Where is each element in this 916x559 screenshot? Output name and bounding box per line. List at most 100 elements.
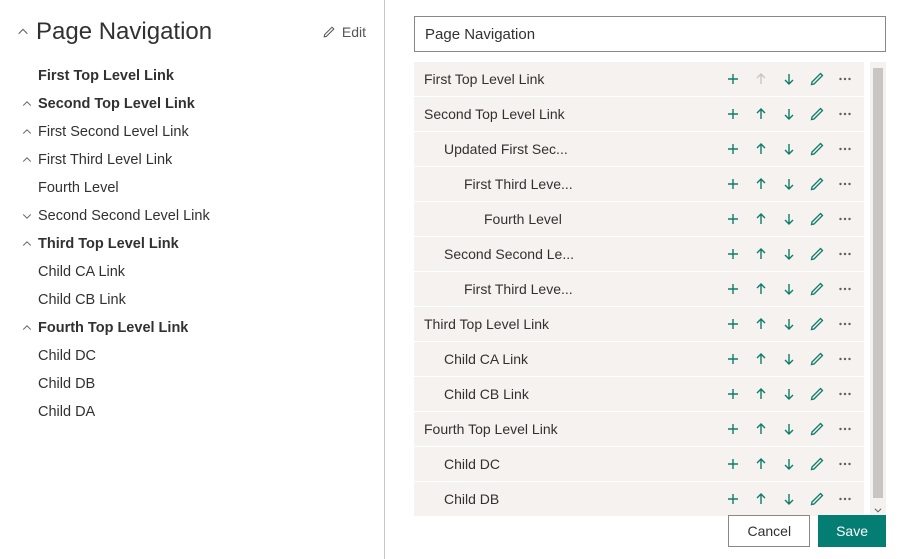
move-up-icon[interactable] xyxy=(748,241,774,267)
chevron-up-icon[interactable] xyxy=(16,322,38,334)
chevron-up-icon[interactable] xyxy=(16,98,38,110)
nav-tree-item[interactable]: Third Top Level Link xyxy=(16,230,366,258)
more-icon[interactable] xyxy=(832,136,858,162)
move-down-icon[interactable] xyxy=(776,346,802,372)
edit-icon[interactable] xyxy=(804,451,830,477)
edit-icon[interactable] xyxy=(804,171,830,197)
nav-tree-item[interactable]: Child CB Link xyxy=(16,286,366,314)
link-row: Third Top Level Link xyxy=(414,307,864,342)
edit-icon[interactable] xyxy=(804,346,830,372)
link-row-label: Fourth Top Level Link xyxy=(414,421,720,437)
add-icon[interactable] xyxy=(720,416,746,442)
edit-icon[interactable] xyxy=(804,381,830,407)
move-up-icon[interactable] xyxy=(748,381,774,407)
add-icon[interactable] xyxy=(720,451,746,477)
edit-button[interactable]: Edit xyxy=(322,24,366,40)
chevron-up-icon[interactable] xyxy=(16,126,38,138)
edit-icon[interactable] xyxy=(804,416,830,442)
nav-tree-item[interactable]: First Top Level Link xyxy=(16,62,366,90)
add-icon[interactable] xyxy=(720,346,746,372)
nav-tree-item[interactable]: Child DB xyxy=(16,370,366,398)
nav-tree-item[interactable]: First Third Level Link xyxy=(16,146,366,174)
add-icon[interactable] xyxy=(720,101,746,127)
move-up-icon[interactable] xyxy=(748,171,774,197)
add-icon[interactable] xyxy=(720,66,746,92)
more-icon[interactable] xyxy=(832,241,858,267)
add-icon[interactable] xyxy=(720,311,746,337)
more-icon[interactable] xyxy=(832,451,858,477)
edit-icon[interactable] xyxy=(804,276,830,302)
nav-tree-item[interactable]: First Second Level Link xyxy=(16,118,366,146)
nav-tree-item[interactable]: Child CA Link xyxy=(16,258,366,286)
edit-icon[interactable] xyxy=(804,241,830,267)
add-icon[interactable] xyxy=(720,486,746,512)
link-row-label: First Third Leve... xyxy=(414,176,720,192)
edit-icon[interactable] xyxy=(804,66,830,92)
edit-icon[interactable] xyxy=(804,136,830,162)
more-icon[interactable] xyxy=(832,416,858,442)
more-icon[interactable] xyxy=(832,206,858,232)
more-icon[interactable] xyxy=(832,381,858,407)
edit-icon[interactable] xyxy=(804,311,830,337)
scrollbar-thumb[interactable] xyxy=(873,68,883,498)
more-icon[interactable] xyxy=(832,171,858,197)
nav-tree-item[interactable]: Fourth Level xyxy=(16,174,366,202)
edit-icon[interactable] xyxy=(804,101,830,127)
move-down-icon[interactable] xyxy=(776,241,802,267)
move-up-icon[interactable] xyxy=(748,136,774,162)
add-icon[interactable] xyxy=(720,206,746,232)
nav-tree-item[interactable]: Child DC xyxy=(16,342,366,370)
move-down-icon[interactable] xyxy=(776,66,802,92)
link-row-label: First Top Level Link xyxy=(414,71,720,87)
move-up-icon[interactable] xyxy=(748,276,774,302)
link-row-label: Second Second Le... xyxy=(414,246,720,262)
move-up-icon[interactable] xyxy=(748,346,774,372)
move-down-icon[interactable] xyxy=(776,381,802,407)
move-down-icon[interactable] xyxy=(776,101,802,127)
move-down-icon[interactable] xyxy=(776,416,802,442)
nav-tree-item[interactable]: Second Second Level Link xyxy=(16,202,366,230)
link-row-actions xyxy=(720,241,864,267)
link-row-actions xyxy=(720,171,864,197)
nav-tree-item[interactable]: Fourth Top Level Link xyxy=(16,314,366,342)
link-row: Child DC xyxy=(414,447,864,482)
move-down-icon[interactable] xyxy=(776,451,802,477)
edit-icon[interactable] xyxy=(804,486,830,512)
edit-icon[interactable] xyxy=(804,206,830,232)
more-icon[interactable] xyxy=(832,486,858,512)
move-up-icon[interactable] xyxy=(748,101,774,127)
chevron-up-icon[interactable] xyxy=(16,238,38,250)
move-up-icon[interactable] xyxy=(748,311,774,337)
move-down-icon[interactable] xyxy=(776,311,802,337)
chevron-down-icon[interactable] xyxy=(16,210,38,222)
move-up-icon[interactable] xyxy=(748,206,774,232)
more-icon[interactable] xyxy=(832,101,858,127)
footer-buttons: Cancel Save xyxy=(728,515,886,547)
move-down-icon[interactable] xyxy=(776,486,802,512)
more-icon[interactable] xyxy=(832,311,858,337)
add-icon[interactable] xyxy=(720,276,746,302)
move-down-icon[interactable] xyxy=(776,171,802,197)
more-icon[interactable] xyxy=(832,276,858,302)
nav-tree-item[interactable]: Second Top Level Link xyxy=(16,90,366,118)
move-up-icon[interactable] xyxy=(748,486,774,512)
link-row-label: Second Top Level Link xyxy=(414,106,720,122)
move-up-icon[interactable] xyxy=(748,416,774,442)
add-icon[interactable] xyxy=(720,241,746,267)
nav-tree-label: Second Top Level Link xyxy=(38,96,195,112)
save-button[interactable]: Save xyxy=(818,515,886,547)
scrollbar[interactable] xyxy=(870,62,886,517)
move-up-icon[interactable] xyxy=(748,451,774,477)
add-icon[interactable] xyxy=(720,136,746,162)
more-icon[interactable] xyxy=(832,66,858,92)
cancel-button[interactable]: Cancel xyxy=(728,515,810,547)
move-down-icon[interactable] xyxy=(776,206,802,232)
move-down-icon[interactable] xyxy=(776,136,802,162)
nav-title-input[interactable] xyxy=(414,16,886,52)
nav-tree-item[interactable]: Child DA xyxy=(16,398,366,426)
add-icon[interactable] xyxy=(720,171,746,197)
add-icon[interactable] xyxy=(720,381,746,407)
more-icon[interactable] xyxy=(832,346,858,372)
chevron-up-icon[interactable] xyxy=(16,154,38,166)
move-down-icon[interactable] xyxy=(776,276,802,302)
